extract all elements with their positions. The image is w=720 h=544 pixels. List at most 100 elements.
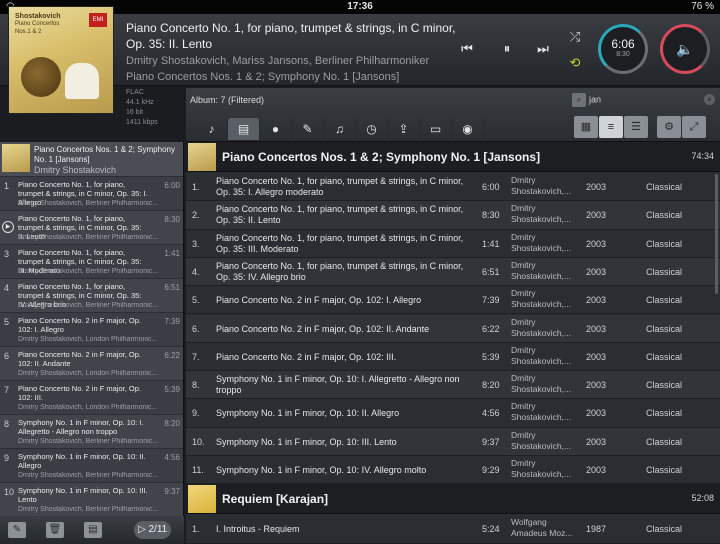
search-icon: ⌕ — [572, 93, 586, 107]
queue-item-artist: Dmitry Shostakovich, Berliner Philharmon… — [18, 234, 159, 241]
queue-item[interactable]: ▶ Piano Concerto No. 1, for piano, trumpe… — [0, 210, 183, 244]
table-row[interactable]: 8. Symphony No. 1 in F minor, Op. 10: I. … — [186, 371, 720, 400]
repeat-button[interactable]: ⟲ — [564, 52, 586, 74]
table-row[interactable]: 11. Symphony No. 1 in F minor, Op. 10: IV… — [186, 456, 720, 485]
queue-position-counter[interactable]: ▷ 2/11 — [134, 521, 172, 539]
table-row[interactable]: 3. Piano Concerto No. 1, for piano, trump… — [186, 230, 720, 258]
album-header[interactable]: Requiem [Karajan] 52:08 — [186, 484, 720, 515]
tab-folders[interactable]: ▭ — [420, 118, 452, 140]
tab-genres[interactable]: ♫ — [324, 118, 356, 140]
table-row[interactable]: 1. I. Introitus - Requiem 5:24 Wolfgang Ama… — [186, 515, 720, 544]
track-genre: Classical — [646, 182, 683, 192]
play-circle-icon: ▷ — [138, 524, 146, 535]
grid-view-button[interactable]: ▦ — [574, 116, 598, 138]
queue-item[interactable]: 8 Symphony No. 1 in F minor, Op. 10: I. A… — [0, 414, 183, 448]
queue-item-duration: 7:39 — [164, 317, 180, 326]
settings-button[interactable]: ⚙ — [657, 116, 681, 138]
queue-item-number: 3 — [4, 249, 10, 259]
track-number: 2. — [192, 210, 200, 221]
queue-item[interactable]: 10 Symphony No. 1 in F minor, Op. 10: III… — [0, 482, 183, 516]
track-genre: Classical — [646, 436, 683, 447]
format-codec: FLAC — [126, 89, 144, 96]
delete-queue-button[interactable]: 🗑 — [46, 522, 64, 538]
queue-item[interactable]: 3 Piano Concerto No. 1, for piano, trumpe… — [0, 244, 183, 278]
queue-item-duration: 8:30 — [164, 215, 180, 224]
detail-view-button[interactable]: ☰ — [624, 116, 648, 138]
track-number: 11. — [192, 465, 204, 475]
tab-composers[interactable]: ✎ — [292, 118, 324, 140]
shuffle-button[interactable]: ⤮ — [564, 26, 586, 48]
track-artist: Wolfgang Amadeus Moz... — [511, 517, 573, 539]
volume-button[interactable]: 🔈 — [660, 24, 710, 74]
table-row[interactable]: 6. Piano Concerto No. 2 in F major, Op. 1… — [186, 314, 720, 343]
edit-queue-button[interactable]: ✎ — [8, 522, 26, 538]
save-playlist-button[interactable]: ▤ — [84, 522, 102, 538]
tab-years[interactable]: ◷ — [356, 118, 388, 140]
track-year: 1987 — [586, 524, 607, 535]
now-playing-album[interactable]: Piano Concertos Nos. 1 & 2; Symphony No.… — [126, 71, 456, 83]
queue-item-number: 5 — [4, 317, 10, 327]
queue-toolbar: ✎ 🗑 ▤ ▷ 2/11 — [0, 516, 184, 544]
previous-track-button[interactable]: ⏮ — [456, 38, 478, 60]
list-scrollbar[interactable] — [715, 174, 718, 294]
queue-item-artist: Dmitry Shostakovich, London Philharmonic… — [18, 336, 158, 343]
tab-artists[interactable]: ● — [260, 118, 292, 140]
tab-radio[interactable]: ◉ — [452, 118, 484, 140]
track-duration: 5:39 — [482, 351, 500, 362]
queue-item[interactable]: 9 Symphony No. 1 in F minor, Op. 10: II. … — [0, 448, 183, 482]
table-row[interactable]: 1. Piano Concerto No. 1, for piano, trump… — [186, 173, 720, 202]
elapsed-time: 6:06 — [611, 37, 635, 51]
queue-item-duration: 6:00 — [164, 181, 180, 190]
search-filter[interactable]: ⌕ jan — [572, 93, 601, 107]
tab-export[interactable]: ⇪ — [388, 118, 420, 140]
queue-item-title: Piano Concerto No. 2 in F major, Op. 102… — [18, 384, 141, 402]
track-number: 4. — [192, 266, 200, 277]
dog-image — [65, 63, 99, 99]
queue-header[interactable]: Piano Concertos Nos. 1 & 2; Symphony No.… — [0, 142, 183, 176]
fullscreen-button[interactable]: ⤢ — [682, 116, 706, 138]
pause-button[interactable]: ⏸ — [496, 38, 518, 60]
clear-filter-button[interactable]: × — [704, 94, 715, 105]
queue-item[interactable]: 5 Piano Concerto No. 2 in F major, Op. 10… — [0, 312, 183, 346]
queue-item-artist: Dmitry Shostakovich, Berliner Philharmon… — [18, 268, 159, 275]
album-cover[interactable]: Shostakovich Piano Concertos Nos.1 & 2 E… — [8, 6, 114, 114]
queue-item[interactable]: 7 Piano Concerto No. 2 in F major, Op. 10… — [0, 380, 183, 414]
queue-item-artist: Dmitry Shostakovich, London Philharmonic… — [18, 404, 158, 411]
table-row[interactable]: 2. Piano Concerto No. 1, for piano, trump… — [186, 201, 720, 230]
queue-item[interactable]: 6 Piano Concerto No. 2 in F major, Op. 10… — [0, 346, 183, 380]
next-track-button[interactable]: ⏭ — [532, 38, 554, 60]
list-view-button[interactable]: ≡ — [599, 116, 623, 138]
queue-item[interactable]: 4 Piano Concerto No. 1, for piano, trumpe… — [0, 278, 183, 312]
playback-time-ring[interactable]: 6:06 8:30 — [598, 24, 648, 74]
category-tabs: ♪ ▤ ● ✎ ♫ ◷ ⇪ ▭ ◉ — [196, 118, 484, 140]
album-header[interactable]: Piano Concertos Nos. 1 & 2; Symphony No.… — [186, 142, 720, 172]
track-year: 2003 — [586, 266, 607, 277]
playlist-icon: ▤ — [88, 524, 98, 535]
table-row[interactable]: 4. Piano Concerto No. 1, for piano, trump… — [186, 257, 720, 287]
album-title: Requiem [Karajan] — [222, 492, 329, 507]
track-duration: 5:24 — [482, 524, 500, 535]
search-value[interactable]: jan — [589, 94, 601, 104]
table-row[interactable]: 10. Symphony No. 1 in F minor, Op. 10: II… — [186, 427, 720, 456]
track-genre: Classical — [646, 380, 683, 391]
table-row[interactable]: 5. Piano Concerto No. 2 in F major, Op. 1… — [186, 286, 720, 315]
table-row[interactable]: 9. Symphony No. 1 in F minor, Op. 10: II.… — [186, 399, 720, 428]
queue-item-title: Symphony No. 1 in F minor, Op. 10: I. Al… — [18, 418, 144, 436]
queue-item-duration: 5:39 — [164, 385, 180, 394]
track-duration: 6:22 — [482, 323, 500, 334]
table-row[interactable]: 7. Piano Concerto No. 2 in F major, Op. 1… — [186, 343, 720, 372]
track-duration: 8:30 — [482, 210, 500, 221]
queue-item-duration: 9:37 — [164, 487, 180, 496]
tab-tracks[interactable]: ♪ — [196, 118, 228, 140]
battery-indicator: 76 % — [691, 1, 714, 12]
track-duration: 8:20 — [482, 380, 500, 391]
queue-position: 2/11 — [148, 524, 168, 535]
album-thumbnail — [188, 485, 216, 514]
track-title: Piano Concerto No. 1, for piano, trumpet… — [216, 232, 464, 254]
queue-item[interactable]: 1 Piano Concerto No. 1, for piano, trumpe… — [0, 176, 183, 210]
track-title: Piano Concerto No. 2 in F major, Op. 102… — [216, 295, 422, 306]
total-time: 8:30 — [616, 51, 630, 58]
track-artist: Dmitry Shostakovich,... — [511, 401, 572, 423]
tab-albums[interactable]: ▤ — [228, 118, 260, 140]
track-number: 9. — [192, 408, 200, 419]
